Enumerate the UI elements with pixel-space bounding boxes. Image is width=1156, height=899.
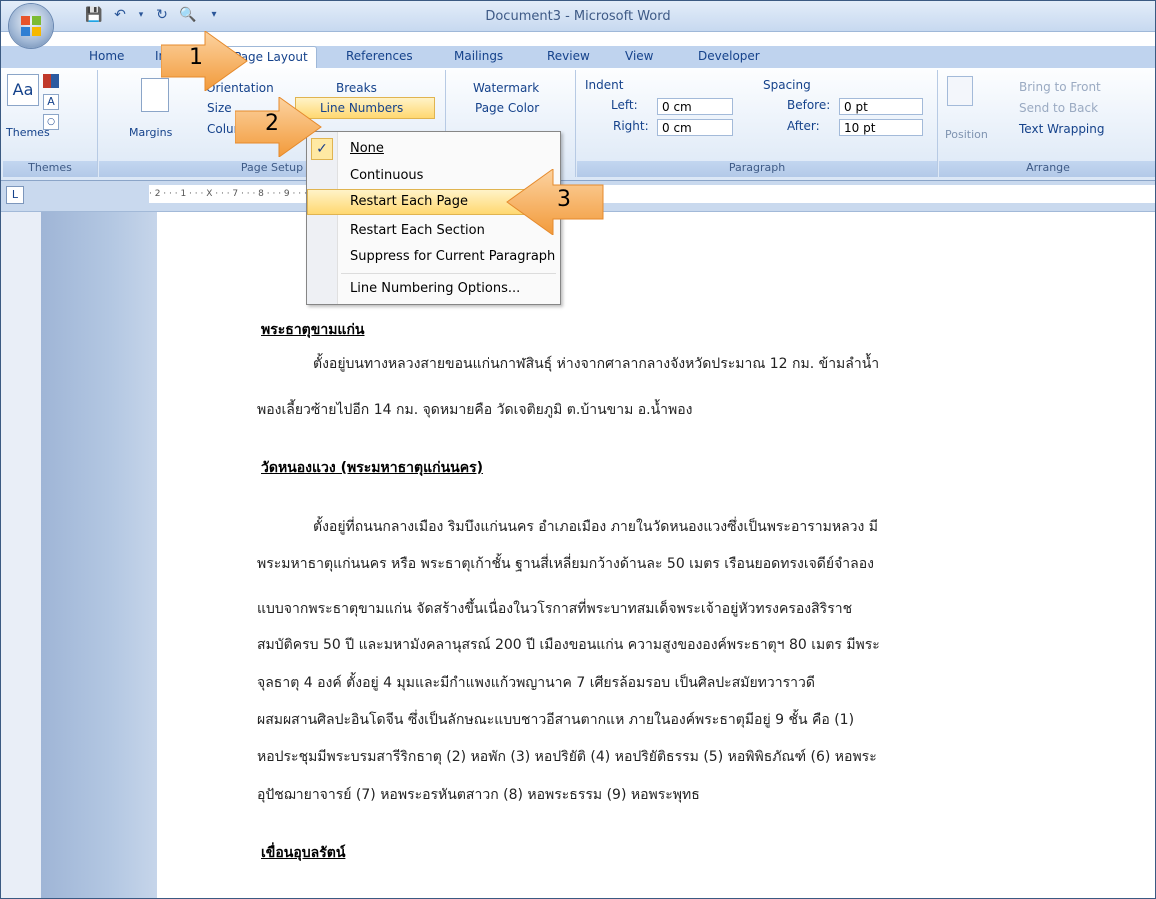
menu-item-label: Line Numbering Options... bbox=[350, 281, 521, 296]
heading-phra-that-kham-kaen: พระธาตุขามแก่น bbox=[261, 322, 365, 338]
themes-group: Aa Themes A ○ Themes bbox=[3, 70, 98, 177]
heading-wat-nong-waeng: วัดหนองแวง (พระมหาธาตุแก่นนคร) bbox=[261, 460, 483, 476]
indent-right-field[interactable]: 0 cm bbox=[657, 119, 733, 136]
theme-effects-icon[interactable]: ○ bbox=[43, 114, 59, 130]
word-window: Document3 - Microsoft Word 💾 ↶ ▾ ↻ 🔍 ▾ H… bbox=[0, 0, 1156, 899]
menu-item-label: Continuous bbox=[350, 168, 424, 183]
theme-fonts-icon[interactable]: A bbox=[43, 94, 59, 110]
tab-references[interactable]: References bbox=[346, 49, 413, 63]
menu-item-label: Restart Each Page bbox=[350, 194, 469, 209]
callout-number: 3 bbox=[557, 187, 571, 212]
menu-item-label: Suppress for Current Paragraph bbox=[350, 249, 556, 264]
spacing-after-label: After: bbox=[787, 119, 820, 133]
undo-icon[interactable]: ↶ bbox=[111, 6, 129, 24]
quick-access-toolbar: 💾 ↶ ▾ ↻ 🔍 ▾ bbox=[85, 6, 223, 24]
callout-2: 2 bbox=[234, 96, 325, 158]
tab-review[interactable]: Review bbox=[547, 49, 590, 63]
paragraph-group-label: Paragraph bbox=[577, 161, 937, 177]
paragraph-line: หอประชุมมีพระบรมสารีริกธาตุ (2) หอพัก (3… bbox=[257, 749, 877, 765]
watermark-button[interactable]: Watermark bbox=[473, 81, 539, 95]
office-logo-icon bbox=[21, 16, 41, 36]
callout-3: 3 bbox=[505, 168, 605, 236]
menu-item-label: Restart Each Section bbox=[350, 223, 485, 238]
arrange-group-label: Arrange bbox=[939, 161, 1155, 177]
tab-view[interactable]: View bbox=[625, 49, 653, 63]
menu-item-none[interactable]: ✓ None bbox=[307, 136, 560, 162]
paragraph-group: Indent Left: 0 cm Right: 0 cm Spacing Be… bbox=[577, 70, 938, 177]
margins-button[interactable]: Margins bbox=[129, 126, 172, 139]
paragraph-line: พระมหาธาตุแก่นนคร หรือ พระธาตุเก้าชั้น ฐ… bbox=[257, 556, 874, 572]
dropdown-arrow-icon[interactable]: ▾ bbox=[137, 6, 145, 24]
size-button[interactable]: Size bbox=[207, 101, 232, 115]
callout-arrow-icon bbox=[506, 168, 604, 236]
spacing-after-field[interactable]: 10 pt bbox=[839, 119, 923, 136]
heading-ubol-ratana-dam: เขื่อนอุบลรัตน์ bbox=[261, 845, 346, 861]
theme-colors-icon[interactable] bbox=[43, 74, 59, 88]
themes-icon[interactable]: Aa bbox=[7, 74, 39, 106]
paragraph-line: ตั้งอยู่ที่ถนนกลางเมือง ริมบึงแก่นนคร อำ… bbox=[313, 519, 879, 535]
callout-number: 1 bbox=[189, 45, 203, 70]
print-preview-icon[interactable]: 🔍 bbox=[179, 6, 197, 24]
page-color-button[interactable]: Page Color bbox=[475, 101, 539, 115]
paragraph-line: สมบัติครบ 50 ปี และมหามังคลานุสรณ์ 200 ป… bbox=[257, 637, 880, 653]
redo-icon[interactable]: ↻ bbox=[153, 6, 171, 24]
menu-item-suppress-paragraph[interactable]: Suppress for Current Paragraph bbox=[307, 244, 560, 270]
menu-separator bbox=[341, 273, 556, 274]
indent-label: Indent bbox=[585, 78, 624, 92]
tab-selector-icon[interactable]: L bbox=[6, 186, 24, 204]
paragraph-line: จุลธาตุ 4 องค์ ตั้งอยู่ 4 มุมและมีกำแพงแ… bbox=[257, 675, 815, 691]
spacing-label: Spacing bbox=[763, 78, 811, 92]
callout-1: 1 bbox=[160, 30, 251, 92]
page-shadow-pane bbox=[41, 212, 157, 898]
indent-right-label: Right: bbox=[613, 119, 649, 133]
horizontal-ruler[interactable]: · 2 · · · 1 · · · X · · · 7 · · · 8 · · … bbox=[149, 185, 1155, 203]
indent-left-label: Left: bbox=[611, 98, 638, 112]
tab-mailings[interactable]: Mailings bbox=[454, 49, 503, 63]
save-icon[interactable]: 💾 bbox=[85, 6, 103, 24]
indent-left-field[interactable]: 0 cm bbox=[657, 98, 733, 115]
breaks-button[interactable]: Breaks bbox=[336, 81, 377, 95]
paragraph-line: ตั้งอยู่บนทางหลวงสายขอนแก่นกาฬสินธุ์ ห่า… bbox=[313, 356, 880, 372]
position-icon[interactable] bbox=[947, 76, 973, 106]
callout-arrow-icon bbox=[234, 96, 322, 158]
tab-home[interactable]: Home bbox=[89, 49, 124, 63]
office-button[interactable] bbox=[9, 4, 53, 48]
position-button[interactable]: Position bbox=[945, 128, 988, 141]
text-wrapping-button[interactable]: Text Wrapping bbox=[1019, 122, 1105, 136]
paragraph-line: อุปัชฌายาจารย์ (7) หอพระอรหันตสาวก (8) ห… bbox=[257, 787, 700, 803]
tab-developer[interactable]: Developer bbox=[698, 49, 760, 63]
paragraph-line: ผสมผสานศิลปะอินโดจีน ซึ่งเป็นลักษณะแบบชา… bbox=[257, 712, 855, 728]
customize-qat-icon[interactable]: ▾ bbox=[205, 6, 223, 24]
callout-arrow-icon bbox=[160, 30, 248, 92]
callout-number: 2 bbox=[265, 111, 279, 136]
menu-item-label: None bbox=[350, 141, 384, 156]
line-numbers-label: Line Numbers bbox=[320, 101, 404, 115]
spacing-before-field[interactable]: 0 pt bbox=[839, 98, 923, 115]
bring-to-front-button[interactable]: Bring to Front bbox=[1019, 80, 1101, 94]
arrange-group: Position Bring to Front Send to Back Tex… bbox=[939, 70, 1155, 177]
menu-item-line-numbering-options[interactable]: Line Numbering Options... bbox=[307, 276, 560, 302]
send-to-back-button[interactable]: Send to Back bbox=[1019, 101, 1098, 115]
left-margin-pane bbox=[1, 212, 41, 898]
paragraph-line: แบบจากพระธาตุขามแก่น จัดสร้างขึ้นเนื่องใ… bbox=[257, 601, 853, 617]
paragraph-line: พองเลี้ยวซ้ายไปอีก 14 กม. จุดหมายคือ วัด… bbox=[257, 402, 693, 418]
spacing-before-label: Before: bbox=[787, 98, 831, 112]
themes-group-label: Themes bbox=[3, 161, 97, 177]
